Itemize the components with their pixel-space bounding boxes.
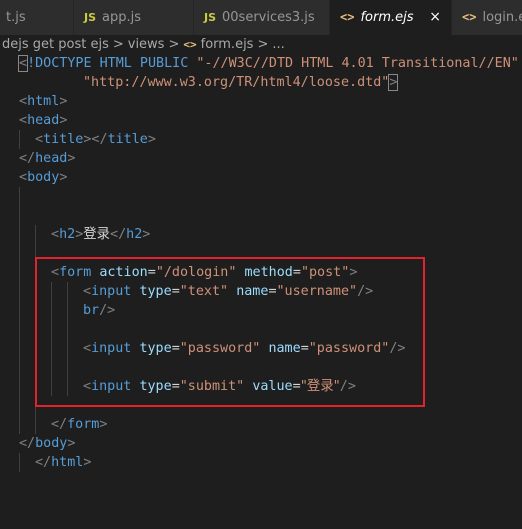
tag-name: h2 <box>59 227 76 242</box>
tag-name: form <box>59 265 92 280</box>
code-line-7: <body> <box>19 170 68 185</box>
doctype-system-id: "http://www.w3.org/TR/html4/loose.dtd" <box>83 75 390 90</box>
tab-label: form.ejs <box>360 10 414 25</box>
code-line-8 <box>0 187 522 206</box>
chevron-right-icon: > <box>168 37 180 52</box>
ejs-file-icon: <> <box>462 10 477 24</box>
attr-name: action <box>99 265 148 280</box>
code-editor[interactable]: <!DOCTYPE HTML PUBLIC "-//W3C//DTD HTML … <box>0 54 522 477</box>
code-line-11 <box>0 244 522 263</box>
attr-value: "登录" <box>300 379 340 394</box>
chevron-right-icon: > <box>112 37 124 52</box>
attr-value: "post" <box>300 265 350 280</box>
code-line-21: </body> <box>19 436 76 451</box>
attr-name: name <box>268 341 301 356</box>
tab-00services3-js[interactable]: JS 00services3.js <box>194 0 330 35</box>
tag-name: title <box>107 132 148 147</box>
breadcrumb-file[interactable]: form.ejs <box>201 37 254 52</box>
code-line-6: </head> <box>19 151 76 166</box>
attr-name: name <box>236 284 269 299</box>
tab-label: t.js <box>6 10 26 25</box>
tag-name: html <box>51 455 84 470</box>
ejs-file-icon: <> <box>183 38 197 51</box>
tag-name: html <box>27 94 60 109</box>
tag-name: body <box>35 436 68 451</box>
code-line-10: <h2>登录</h2> <box>0 225 522 244</box>
code-line-3: <html> <box>19 94 68 109</box>
attr-name: type <box>139 341 172 356</box>
attr-value: "password" <box>308 341 390 356</box>
tag-name: input <box>91 341 132 356</box>
tag-name: input <box>91 284 132 299</box>
breadcrumb-symbol[interactable]: ... <box>272 37 284 52</box>
code-line-2: "http://www.w3.org/TR/html4/loose.dtd"> <box>0 73 522 92</box>
tab-login-ejs[interactable]: <> login.ejs <box>452 0 522 35</box>
js-file-icon: JS <box>204 11 217 24</box>
chevron-right-icon: > <box>257 37 269 52</box>
attr-value: "password" <box>179 341 261 356</box>
tag-name: title <box>43 132 84 147</box>
code-line-12: <form action="/dologin" method="post"> <box>0 263 522 282</box>
code-line-1: <!DOCTYPE HTML PUBLIC "-//W3C//DTD HTML … <box>0 54 522 73</box>
attr-value: "/dologin" <box>155 265 237 280</box>
js-file-icon: JS <box>84 11 97 24</box>
tab-t-js[interactable]: t.js <box>0 0 74 35</box>
code-line-14: br/> <box>0 301 522 320</box>
tab-label: app.js <box>102 10 142 25</box>
tab-label: login.ejs <box>482 10 522 25</box>
tag-name: form <box>67 417 100 432</box>
attr-name: type <box>139 379 172 394</box>
tag-name: input <box>91 379 132 394</box>
code-line-16: <input type="password" name="password"/> <box>0 339 522 358</box>
close-tab-icon[interactable]: × <box>429 0 441 35</box>
code-line-15 <box>0 320 522 339</box>
code-line-20: </form> <box>0 415 522 434</box>
attr-name: method <box>244 265 293 280</box>
heading-text: 登录 <box>83 227 111 242</box>
breadcrumb-folder[interactable]: dejs get post ejs <box>2 37 109 52</box>
tag-name: h2 <box>126 227 143 242</box>
code-line-22: </html> <box>0 453 522 472</box>
attr-value: "username" <box>276 284 358 299</box>
tag-name: br <box>83 303 100 318</box>
editor-tab-bar: t.js JS app.js JS 00services3.js <> form.ej… <box>0 0 522 35</box>
code-line-9 <box>0 206 522 225</box>
tab-form-ejs[interactable]: <> form.ejs × <box>330 0 452 35</box>
doctype-public-id: "-//W3C//DTD HTML 4.01 Transitional//EN" <box>196 56 519 71</box>
tag-name: head <box>27 113 60 128</box>
bracket-close: > <box>388 74 399 91</box>
attr-value: "text" <box>179 284 229 299</box>
tab-app-js[interactable]: JS app.js <box>74 0 194 35</box>
code-line-13: <input type="text" name="username"/> <box>0 282 522 301</box>
code-line-4: <head> <box>19 113 68 128</box>
attr-value: "submit" <box>179 379 245 394</box>
attr-name: value <box>252 379 293 394</box>
code-line-19 <box>0 396 522 415</box>
breadcrumb-folder-views[interactable]: views <box>128 37 165 52</box>
code-line-18: <input type="submit" value="登录"/> <box>0 377 522 396</box>
tag-name: head <box>35 151 68 166</box>
doctype-keyword: !DOCTYPE HTML PUBLIC <box>27 56 189 71</box>
ejs-file-icon: <> <box>340 10 355 24</box>
code-line-5: <title></title> <box>0 130 522 149</box>
attr-name: type <box>139 284 172 299</box>
bracket-open: < <box>17 55 29 72</box>
tab-label: 00services3.js <box>222 10 315 25</box>
tag-name: body <box>27 170 60 185</box>
code-line-17 <box>0 358 522 377</box>
